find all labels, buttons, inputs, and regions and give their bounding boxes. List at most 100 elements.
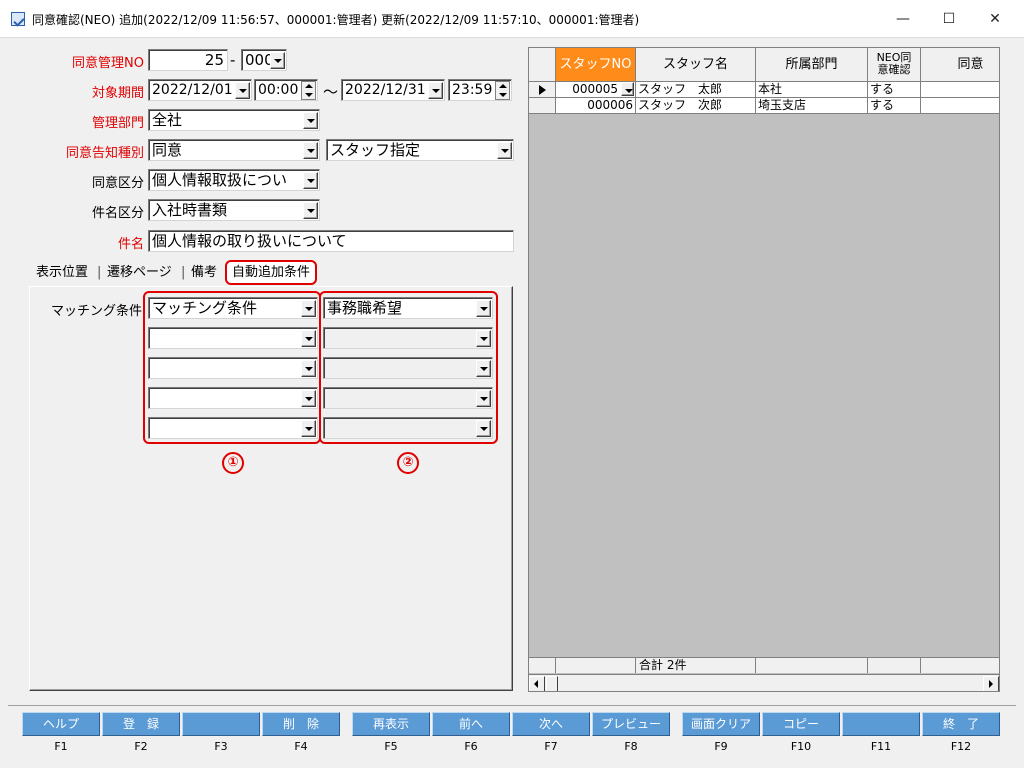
cell-dept[interactable]: 埼玉支店 <box>756 98 868 114</box>
cell-consent[interactable] <box>921 82 999 98</box>
matching-cond-select[interactable] <box>148 417 318 439</box>
delete-button[interactable]: 削 除 <box>262 712 340 736</box>
tab-auto-add-conditions[interactable]: 自動追加条件 <box>225 260 318 285</box>
mgmt-no-input[interactable]: 25 <box>148 49 228 71</box>
column-header-dept[interactable]: 所属部門 <box>756 48 868 82</box>
chevron-down-icon[interactable] <box>303 202 318 219</box>
spin-button[interactable] <box>495 81 510 100</box>
dept-select[interactable]: 全社 <box>148 109 320 131</box>
help-button[interactable]: ヘルプ <box>22 712 100 736</box>
mgmt-no-sub-select[interactable]: 000 <box>241 49 287 71</box>
copy-button[interactable]: コピー <box>762 712 840 736</box>
next-button[interactable]: 次へ <box>512 712 590 736</box>
category-label: 同意区分 <box>91 176 144 191</box>
period-from-time[interactable]: 00:00 <box>254 79 318 101</box>
tab-display-position[interactable]: 表示位置 <box>36 262 88 284</box>
redisplay-button[interactable]: 再表示 <box>352 712 430 736</box>
chevron-down-icon[interactable] <box>301 330 316 347</box>
category-select[interactable]: 個人情報取扱につい <box>148 169 320 191</box>
cell-staff-no[interactable]: 000006 <box>556 98 636 114</box>
chevron-down-icon[interactable] <box>621 82 634 96</box>
f11-button[interactable] <box>842 712 920 736</box>
chevron-down-icon[interactable] <box>497 142 512 159</box>
f3-button[interactable] <box>182 712 260 736</box>
column-header-consent[interactable]: 同意 <box>921 48 999 82</box>
clear-screen-button[interactable]: 画面クリア <box>682 712 760 736</box>
subject-type-label: 件名区分 <box>91 206 144 221</box>
tab-separator: | <box>181 265 186 280</box>
subject-type-select[interactable]: 入社時書類 <box>148 199 320 221</box>
notify-target-select[interactable]: スタッフ指定 <box>326 139 514 161</box>
column-header-neo-confirm[interactable]: NEO同 意確認 <box>868 48 921 82</box>
period-tilde: ～ <box>323 83 339 101</box>
mgmt-no-separator: - <box>230 51 236 69</box>
matching-cond-select[interactable]: マッチング条件 <box>148 297 318 319</box>
matching-value-select[interactable] <box>323 417 493 439</box>
tab-separator: | <box>97 265 102 280</box>
minimize-button[interactable]: — <box>880 6 926 32</box>
previous-button[interactable]: 前へ <box>432 712 510 736</box>
matching-cond-select[interactable] <box>148 357 318 379</box>
chevron-down-icon[interactable] <box>476 420 491 437</box>
fkey-label: F10 <box>790 740 812 753</box>
footer-cell <box>756 657 868 673</box>
chevron-down-icon[interactable] <box>301 420 316 437</box>
matching-value-select[interactable] <box>323 387 493 409</box>
chevron-down-icon[interactable] <box>301 390 316 407</box>
cell-consent[interactable] <box>921 98 999 114</box>
subject-input[interactable]: 個人情報の取り扱いについて <box>148 230 514 252</box>
maximize-button[interactable]: ☐ <box>926 6 972 32</box>
chevron-down-icon[interactable] <box>476 330 491 347</box>
scroll-thumb[interactable] <box>546 676 558 691</box>
chevron-down-icon[interactable] <box>476 360 491 377</box>
tab-remarks[interactable]: 備考 <box>191 262 217 284</box>
preview-button[interactable]: プレビュー <box>592 712 670 736</box>
chevron-down-icon[interactable] <box>301 360 316 377</box>
matching-value-select[interactable]: 事務職希望 <box>323 297 493 319</box>
column-header-staff-no[interactable]: スタッフNO <box>556 48 636 82</box>
tab-transition-page[interactable]: 遷移ページ <box>107 262 172 284</box>
matching-cond-select[interactable] <box>148 387 318 409</box>
cell-staff-no[interactable]: 000005 <box>556 82 636 98</box>
matching-value-value: 事務職希望 <box>327 299 403 317</box>
fkey-label: F1 <box>54 740 68 753</box>
row-selector[interactable] <box>529 82 556 98</box>
matching-value-select[interactable] <box>323 327 493 349</box>
fkey-label: F5 <box>384 740 398 753</box>
chevron-down-icon[interactable] <box>303 172 318 189</box>
row-selector[interactable] <box>529 98 556 114</box>
column-header-staff-name[interactable]: スタッフ名 <box>636 48 756 82</box>
notify-type-select[interactable]: 同意 <box>148 139 320 161</box>
scroll-left-icon[interactable] <box>529 676 545 691</box>
cell-neo-confirm[interactable]: する <box>868 98 921 114</box>
chevron-down-icon[interactable] <box>428 82 443 99</box>
fkey-label: F6 <box>464 740 478 753</box>
chevron-down-icon[interactable] <box>476 300 491 317</box>
chevron-down-icon[interactable] <box>303 112 318 129</box>
period-from-date[interactable]: 2022/12/01 <box>148 79 252 101</box>
staff-grid: スタッフNO スタッフ名 所属部門 NEO同 意確認 同意 000005 スタッ… <box>528 47 1000 692</box>
matching-value-select[interactable] <box>323 357 493 379</box>
cell-staff-name[interactable]: スタッフ 太郎 <box>636 82 756 98</box>
chevron-down-icon[interactable] <box>270 52 285 69</box>
chevron-down-icon[interactable] <box>476 390 491 407</box>
scroll-right-icon[interactable] <box>983 676 999 691</box>
period-to-time[interactable]: 23:59 <box>448 79 512 101</box>
chevron-down-icon[interactable] <box>235 82 250 99</box>
period-to-time-value: 23:59 <box>452 82 493 98</box>
register-button[interactable]: 登 録 <box>102 712 180 736</box>
cell-staff-name[interactable]: スタッフ 次郎 <box>636 98 756 114</box>
spin-button[interactable] <box>301 81 316 100</box>
matching-cond-select[interactable] <box>148 327 318 349</box>
cell-neo-confirm[interactable]: する <box>868 82 921 98</box>
cell-dept[interactable]: 本社 <box>756 82 868 98</box>
exit-button[interactable]: 終 了 <box>922 712 1000 736</box>
chevron-down-icon[interactable] <box>303 142 318 159</box>
period-to-date[interactable]: 2022/12/31 <box>341 79 445 101</box>
horizontal-scrollbar[interactable] <box>529 674 999 691</box>
chevron-down-icon[interactable] <box>301 300 316 317</box>
notify-target-value: スタッフ指定 <box>330 141 421 159</box>
notify-type-label: 同意告知種別 <box>65 146 144 161</box>
close-button[interactable]: ✕ <box>972 6 1018 32</box>
current-row-icon <box>539 85 546 95</box>
